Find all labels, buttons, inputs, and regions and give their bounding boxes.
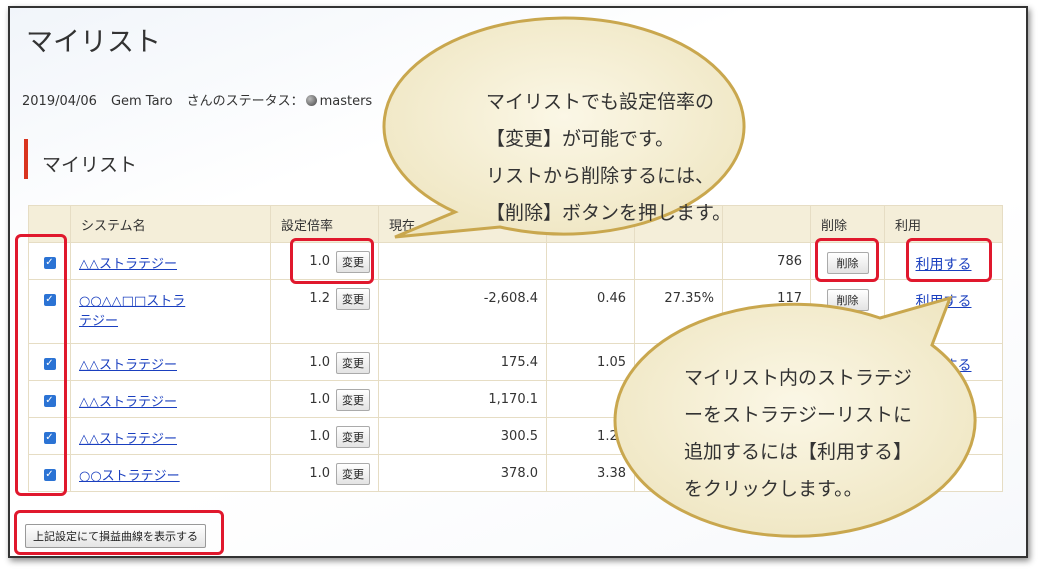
cell-col-c: 27.35% [664,291,714,306]
system-name-link[interactable]: △△ストラテジー [79,430,262,450]
highlight-change-button [290,238,374,284]
multiplier-value: 1.0 [309,429,330,444]
callout-bottom-line: マイリスト内のストラテジ [684,367,913,389]
cell-col-b: 3.38 [597,466,626,481]
change-button[interactable]: 変更 [336,388,370,411]
callout-top-line: マイリストでも設定倍率の [486,91,715,113]
callout-bottom-line: 追加するには【利用する】 [684,441,913,463]
change-button[interactable]: 変更 [336,351,370,374]
cell-col-a: -2,608.4 [483,291,538,306]
status-rank-icon [305,95,317,106]
change-button[interactable]: 変更 [336,425,370,448]
highlight-delete-button [815,238,879,282]
multiplier-value: 1.0 [309,355,330,370]
cell-col-b: 1.05 [597,355,626,370]
callout-bottom-line: ーをストラテジーリストに [684,404,913,426]
system-name-link[interactable]: ○○ストラテジー [79,467,262,487]
status-value: masters [319,94,373,109]
multiplier-value: 1.0 [309,466,330,481]
cell-col-a: 175.4 [500,355,538,370]
table-row: ✓ ○○△△□□ストラテジー 1.2 変更 -2,608.4 0.46 27.35… [28,279,1003,344]
system-name-link[interactable]: ○○△△□□ストラテジー [79,292,197,331]
section-title: マイリスト [42,154,138,176]
system-name-link[interactable]: △△ストラテジー [79,393,262,413]
cell-col-a: 1,170.1 [488,392,538,407]
callout-top-line: 【削除】ボタンを押します。 [486,202,732,224]
highlight-use-link [906,238,992,282]
cell-col-a: 300.5 [500,429,538,444]
status-label: さんのステータス： [186,94,304,109]
cell-col-b: - [621,392,626,407]
callout-top-line: 【変更】が可能です。 [486,128,675,150]
header-system-name: システム名 [70,205,271,243]
callout-bottom-line: をクリックします。。 [684,478,863,500]
multiplier-value: 1.2 [309,291,330,306]
status-date: 2019/04/06 [22,94,97,109]
cell-col-a: 378.0 [500,466,538,481]
header-delete: 削除 [810,205,885,243]
cell-col-d: 786 [777,254,802,269]
cell-col-d: 117 [777,291,802,306]
highlight-show-curve-button [14,510,224,555]
system-name-link[interactable]: △△ストラテジー [79,356,262,376]
cell-col-b: 0.46 [597,291,626,306]
header-multiplier: 設定倍率 [270,205,379,243]
header-use: 利用 [884,205,1003,243]
use-link[interactable]: 利用する [916,291,972,311]
cell-col-b: 1.25 [597,429,626,444]
callout-top-line: リストから削除するには、 [486,165,715,187]
highlight-checkbox-column [15,234,67,496]
section-accent-bar [24,139,28,179]
change-button[interactable]: 変更 [336,462,370,485]
header-col-d [722,205,811,243]
change-button[interactable]: 変更 [336,287,370,310]
use-link[interactable]: 利用する [916,355,972,375]
status-line: 2019/04/06 Gem Taro さんのステータス： masters [22,90,372,109]
page-title: マイリスト [26,27,161,58]
status-user-name: Gem Taro [110,94,173,109]
callout-bottom-text: マイリスト内のストラテジ ーをストラテジーリストに 追加するには【利用する】 を… [684,360,912,508]
delete-button[interactable]: 削除 [826,289,869,311]
multiplier-value: 1.0 [309,392,330,407]
system-name-link[interactable]: △△ストラテジー [79,255,262,275]
callout-top-text: マイリストでも設定倍率の 【変更】が可能です。 リストから削除するには、 【削除… [486,84,731,232]
